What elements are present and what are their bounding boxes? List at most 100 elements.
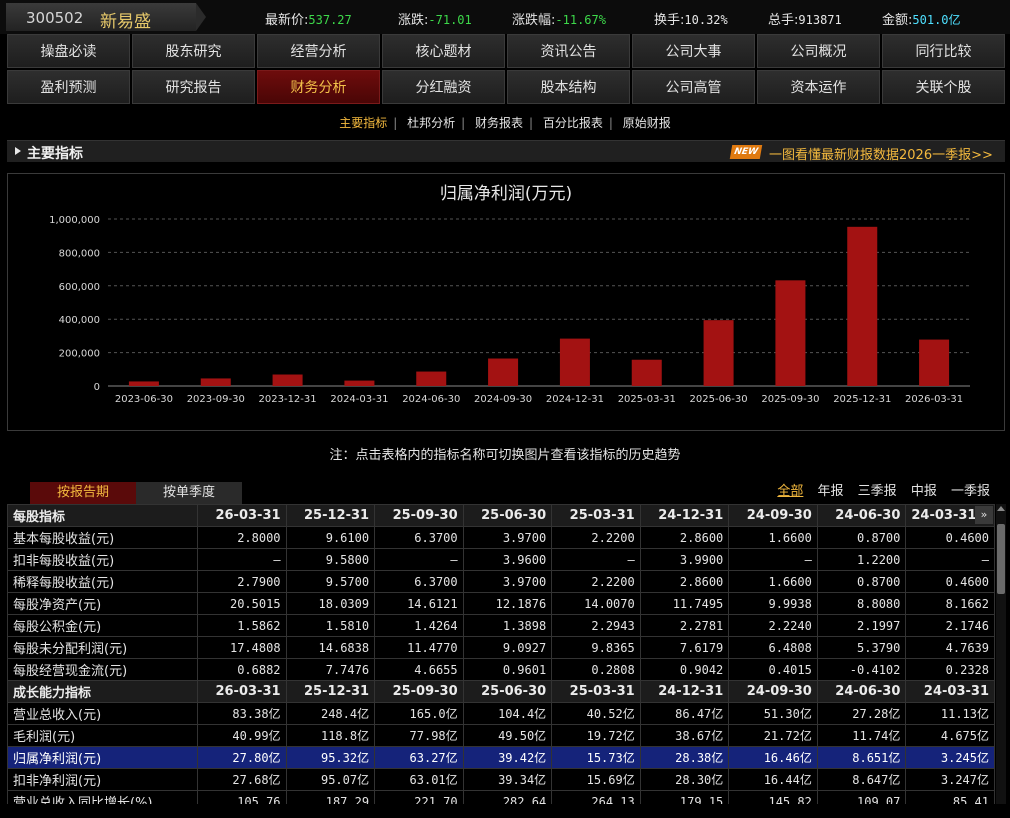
indicator-name[interactable]: 每股经营现金流(元) — [7, 658, 198, 681]
indicator-value: 3.9700 — [462, 570, 553, 593]
indicator-value: 4.7639 — [905, 636, 995, 659]
bar[interactable] — [344, 380, 375, 386]
indicator-name[interactable]: 营业总收入同比增长(%) — [7, 790, 198, 804]
table-row[interactable]: 归属净利润(元) 27.80亿 95.32亿 63.27亿 39.42亿 15.73亿 28… — [7, 746, 995, 769]
bar[interactable] — [919, 339, 950, 386]
bar[interactable] — [703, 320, 734, 386]
x-tick-label: 2024-06-30 — [402, 394, 460, 405]
nav-item[interactable]: 公司概况 — [757, 34, 880, 68]
indicator-value: 86.47亿 — [639, 702, 730, 725]
indicator-value: 85.41 — [905, 790, 995, 804]
table-row[interactable]: 扣非每股收益(元) —9.5800—3.9600—3.9900—1.2200— — [7, 548, 995, 571]
subtab-item[interactable]: 主要指标 — [337, 116, 389, 130]
table-row[interactable]: 稀释每股收益(元) 2.7900 9.5700 6.3700 3.9700 2.2200 2… — [7, 570, 995, 593]
promo-link[interactable]: 一图看懂最新财报数据2026一季报>> — [769, 144, 993, 163]
table-row[interactable]: 基本每股收益(元) 2.8000 9.6100 6.3700 3.9700 2.2200 2… — [7, 526, 995, 549]
filter-item[interactable]: 中报 — [911, 484, 937, 499]
indicator-value: 0.2328 — [905, 658, 995, 681]
table-row[interactable]: 营业总收入(元) 83.38亿 248.4亿 165.0亿 104.4亿 40.52亿 86… — [7, 702, 995, 725]
indicator-name[interactable]: 扣非净利润(元) — [7, 768, 198, 791]
bar[interactable] — [272, 374, 303, 386]
nav-item[interactable]: 关联个股 — [882, 70, 1005, 104]
filter-item[interactable]: 全部 — [777, 484, 803, 499]
nav-item[interactable]: 财务分析 — [257, 70, 380, 104]
x-tick-label: 2025-09-30 — [761, 394, 819, 405]
indicator-value: 83.38亿 — [197, 702, 287, 725]
bar[interactable] — [128, 381, 159, 386]
bar[interactable] — [775, 280, 806, 386]
indicator-value: 19.72亿 — [551, 724, 641, 747]
filter-item[interactable]: 三季报 — [858, 484, 897, 499]
nav-item[interactable]: 同行比较 — [882, 34, 1005, 68]
nav-item[interactable]: 公司高管 — [632, 70, 755, 104]
tab-by-single-quarter[interactable]: 按单季度 — [136, 482, 242, 504]
indicator-name[interactable]: 每股未分配利润(元) — [7, 636, 198, 659]
nav-item[interactable]: 资讯公告 — [507, 34, 630, 68]
subtab-item[interactable]: 原始财报 — [621, 116, 673, 130]
indicator-value: 0.9042 — [639, 658, 730, 681]
indicator-value: 1.4264 — [374, 614, 464, 637]
nav-item[interactable]: 操盘必读 — [7, 34, 130, 68]
subtab-item[interactable]: 杜邦分析 — [405, 116, 457, 130]
nav-item[interactable]: 股东研究 — [132, 34, 255, 68]
bar[interactable] — [488, 358, 519, 386]
date-header: 25-06-30 — [462, 504, 553, 527]
filter-item[interactable]: 一季报 — [951, 484, 990, 499]
quote-turnover: 换手:10.32% — [654, 13, 728, 28]
indicator-name[interactable]: 基本每股收益(元) — [7, 526, 198, 549]
indicator-name[interactable]: 毛利润(元) — [7, 724, 198, 747]
indicator-value: 179.15 — [639, 790, 730, 804]
date-header: 25-09-30 — [374, 680, 464, 703]
indicator-name[interactable]: 稀释每股收益(元) — [7, 570, 198, 593]
bar[interactable] — [200, 378, 231, 386]
table-row[interactable]: 每股公积金(元) 1.5862 1.5810 1.4264 1.3898 2.2943 2.… — [7, 614, 995, 637]
nav-item[interactable]: 公司大事 — [632, 34, 755, 68]
table-row[interactable]: 毛利润(元) 40.99亿 118.8亿 77.98亿 49.50亿 19.72亿 38.6… — [7, 724, 995, 747]
indicator-value: — — [551, 548, 641, 571]
table-row[interactable]: 每股净资产(元) 20.5015 18.0309 14.6121 12.1876 14.0… — [7, 592, 995, 615]
nav-item[interactable]: 盈利预测 — [7, 70, 130, 104]
indicator-name[interactable]: 每股公积金(元) — [7, 614, 198, 637]
indicator-value: 95.07亿 — [285, 768, 376, 791]
scroll-right-button[interactable]: » — [975, 506, 993, 524]
bar[interactable] — [847, 226, 878, 386]
nav-item[interactable]: 股本结构 — [507, 70, 630, 104]
indicator-value: 0.4600 — [905, 570, 995, 593]
table-row[interactable]: 扣非净利润(元) 27.68亿 95.07亿 63.01亿 39.34亿 15.69亿 28… — [7, 768, 995, 791]
chart-title: 归属净利润(万元) — [440, 184, 572, 204]
vertical-scrollbar[interactable] — [996, 504, 1006, 804]
nav-item[interactable]: 核心题材 — [382, 34, 505, 68]
indicator-value: 2.2200 — [551, 570, 641, 593]
scroll-thumb[interactable] — [997, 524, 1005, 594]
indicator-value: 1.6600 — [728, 526, 818, 549]
filter-item[interactable]: 年报 — [818, 484, 844, 499]
bar[interactable] — [631, 359, 662, 386]
indicator-name[interactable]: 归属净利润(元) — [7, 746, 198, 769]
table-row[interactable]: 每股经营现金流(元) 0.6882 7.7476 4.6655 0.9601 0.2808… — [7, 658, 995, 681]
indicator-name[interactable]: 每股净资产(元) — [7, 592, 198, 615]
y-tick-label: 800,000 — [59, 248, 100, 259]
indicator-value: 11.13亿 — [905, 702, 995, 725]
indicator-name[interactable]: 扣非每股收益(元) — [7, 548, 198, 571]
date-header: 25-03-31 — [551, 680, 641, 703]
x-tick-label: 2023-09-30 — [187, 394, 245, 405]
nav-item[interactable]: 经营分析 — [257, 34, 380, 68]
indicator-value: 21.72亿 — [728, 724, 818, 747]
scroll-up-icon[interactable] — [997, 506, 1005, 511]
indicator-value: 282.64 — [462, 790, 553, 804]
table-row[interactable]: 每股未分配利润(元) 17.4808 14.6838 11.4770 9.0927 9.8… — [7, 636, 995, 659]
table-row[interactable]: 营业总收入同比增长(%) 105.76 187.29 221.70 282.64 264.… — [7, 790, 995, 804]
nav-item[interactable]: 资本运作 — [757, 70, 880, 104]
indicator-value: -0.4102 — [816, 658, 907, 681]
subtab-item[interactable]: 财务报表 — [473, 116, 525, 130]
subtab-item[interactable]: 百分比报表 — [541, 116, 605, 130]
indicator-value: 8.651亿 — [816, 746, 907, 769]
indicator-value: 3.9600 — [462, 548, 553, 571]
bar[interactable] — [559, 338, 590, 386]
nav-item[interactable]: 分红融资 — [382, 70, 505, 104]
nav-item[interactable]: 研究报告 — [132, 70, 255, 104]
indicator-name[interactable]: 营业总收入(元) — [7, 702, 198, 725]
bar[interactable] — [416, 371, 447, 386]
tab-by-report-period[interactable]: 按报告期 — [30, 482, 136, 504]
new-badge: NEW — [729, 145, 763, 159]
